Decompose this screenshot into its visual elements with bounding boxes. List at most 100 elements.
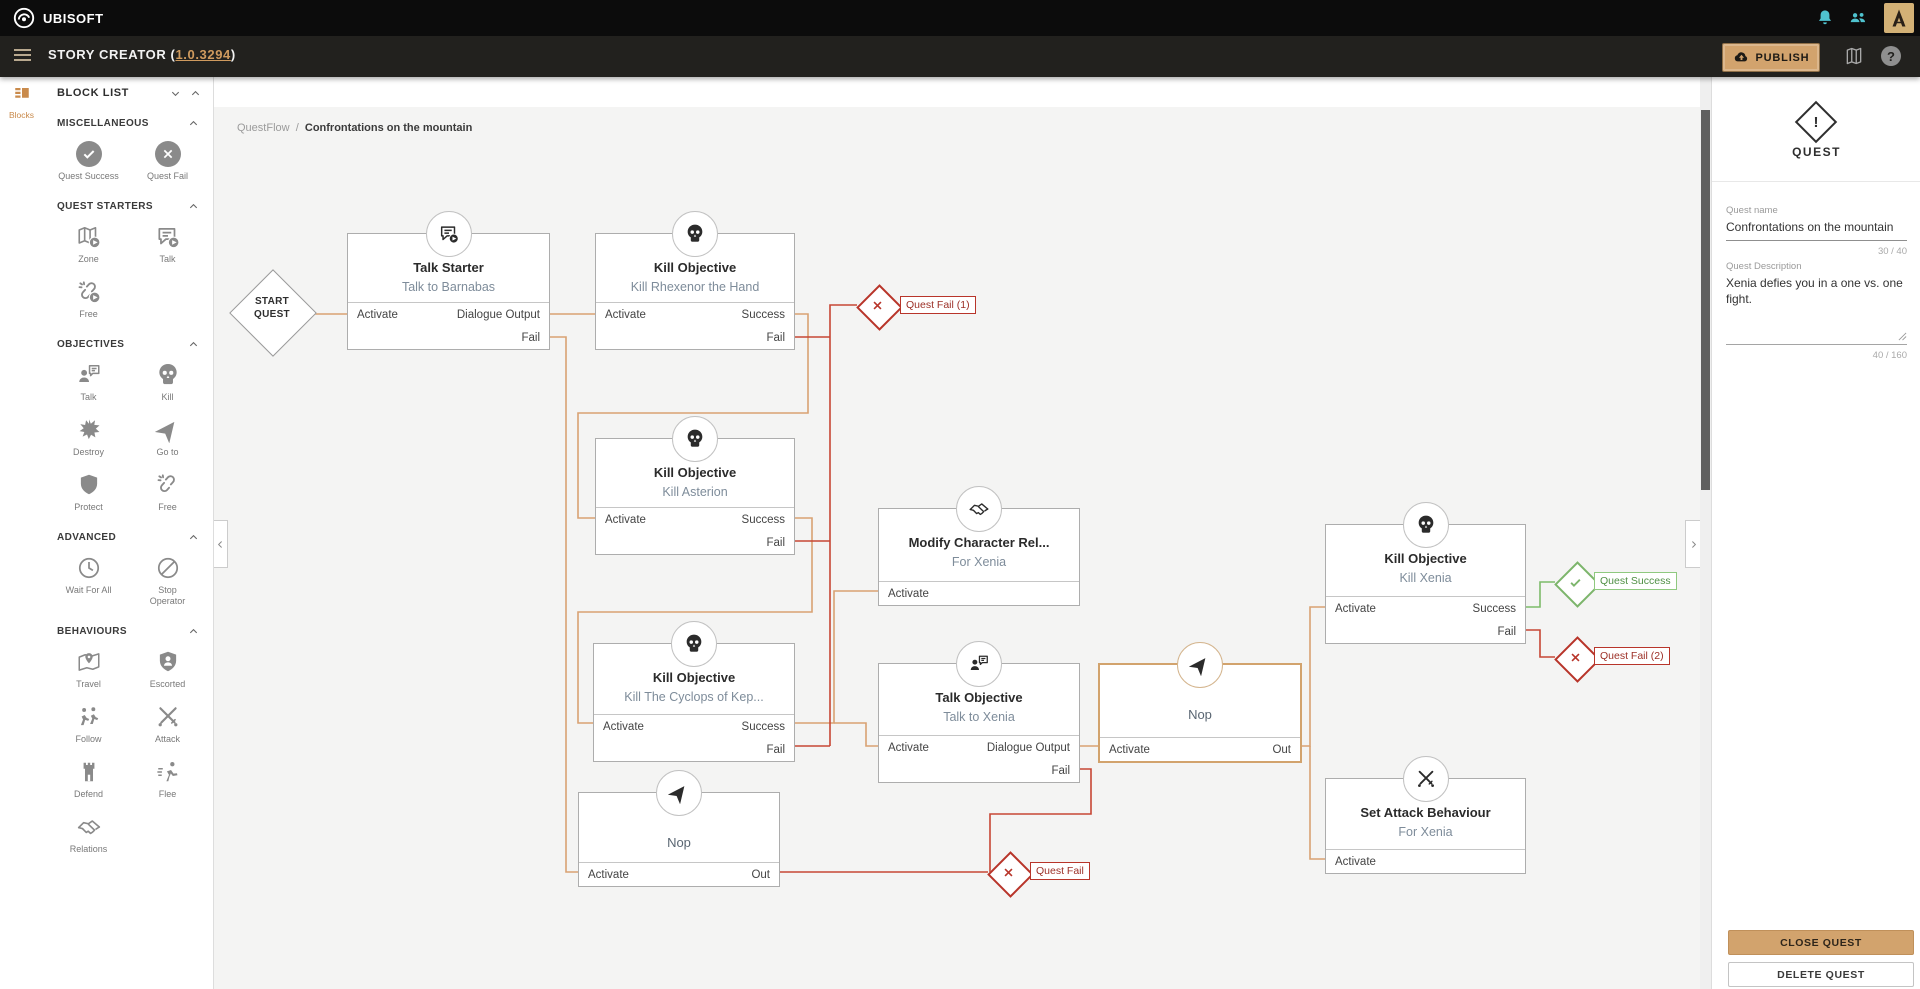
quest-success-icon xyxy=(75,141,102,167)
quest-description-counter: 40 / 160 xyxy=(1872,350,1907,361)
block-item-free-objective[interactable]: Free xyxy=(128,472,207,513)
node-modify-character-rel[interactable]: Modify Character Rel... For Xenia Activa… xyxy=(878,486,1080,606)
block-item-flee[interactable]: Flee xyxy=(128,759,207,800)
skull-icon xyxy=(1402,502,1449,548)
quest-description-input[interactable]: Xenia defies you in a one vs. one fight. xyxy=(1726,275,1906,307)
block-item-protect[interactable]: Protect xyxy=(49,472,128,513)
port-success[interactable]: Success xyxy=(742,721,785,733)
node-kill-rhexenor[interactable]: Kill Objective Kill Rhexenor the Hand Ac… xyxy=(595,211,795,350)
help-icon[interactable]: ? xyxy=(1881,46,1901,66)
port-dialogue-output[interactable]: Dialogue Output xyxy=(457,309,540,321)
travel-icon xyxy=(76,649,102,675)
community-people-icon[interactable] xyxy=(1848,8,1868,28)
collapse-all-icon[interactable] xyxy=(170,88,181,99)
skull-icon xyxy=(672,211,718,257)
block-item-quest-fail[interactable]: Quest Fail xyxy=(128,141,207,182)
block-item-wait-for-all[interactable]: Wait For All xyxy=(49,555,128,607)
collapse-right-panel-tab[interactable] xyxy=(1685,520,1700,568)
port-fail[interactable]: Fail xyxy=(766,332,785,344)
breadcrumb-questflow[interactable]: QuestFlow xyxy=(237,122,290,134)
port-fail[interactable]: Fail xyxy=(766,537,785,549)
section-behaviours[interactable]: BEHAVIOURS xyxy=(43,615,213,641)
port-activate[interactable]: Activate xyxy=(603,721,644,733)
node-kill-xenia[interactable]: Kill Objective Kill Xenia Activate Succes… xyxy=(1325,502,1526,644)
menu-hamburger-icon[interactable] xyxy=(14,49,31,63)
port-out[interactable]: Out xyxy=(1272,744,1291,756)
block-item-free-starter[interactable]: Free xyxy=(49,279,128,320)
port-fail[interactable]: Fail xyxy=(521,332,540,344)
goto-icon xyxy=(155,417,181,443)
start-quest-label: START QUEST xyxy=(254,296,290,320)
port-activate[interactable]: Activate xyxy=(888,588,929,600)
node-nop-bottom[interactable]: Nop Activate Out xyxy=(578,770,780,887)
port-fail[interactable]: Fail xyxy=(1051,765,1070,777)
zone-icon xyxy=(76,224,102,250)
map-icon[interactable] xyxy=(1844,46,1864,66)
close-quest-button[interactable]: CLOSE QUEST xyxy=(1728,930,1914,955)
port-success[interactable]: Success xyxy=(742,309,785,321)
textarea-resize-icon[interactable] xyxy=(1898,332,1907,341)
kill-icon xyxy=(155,362,181,388)
port-activate[interactable]: Activate xyxy=(605,309,646,321)
blocks-label: Blocks xyxy=(8,110,35,120)
block-item-talk-starter[interactable]: Talk xyxy=(128,224,207,265)
canvas-scrollbar-thumb[interactable] xyxy=(1701,110,1710,490)
block-item-stop-operator[interactable]: Stop Operator xyxy=(128,555,207,607)
port-success[interactable]: Success xyxy=(742,514,785,526)
block-item-talk-objective[interactable]: Talk xyxy=(49,362,128,403)
port-activate[interactable]: Activate xyxy=(1335,603,1376,615)
node-kill-cyclops[interactable]: Kill Objective Kill The Cyclops of Kep..… xyxy=(593,621,795,762)
flee-icon xyxy=(155,759,181,785)
port-out[interactable]: Out xyxy=(751,869,770,881)
chevron-up-icon xyxy=(188,339,199,350)
block-item-relations[interactable]: Relations xyxy=(49,814,128,855)
node-set-attack-behaviour[interactable]: Set Attack Behaviour For Xenia Activate xyxy=(1325,756,1526,874)
quest-name-input[interactable]: Confrontations on the mountain xyxy=(1726,219,1906,235)
block-item-follow[interactable]: Follow xyxy=(49,704,128,745)
block-item-destroy[interactable]: Destroy xyxy=(49,417,128,458)
port-activate[interactable]: Activate xyxy=(1109,744,1150,756)
talk-starter-icon xyxy=(155,224,181,250)
block-item-attack[interactable]: Attack xyxy=(128,704,207,745)
block-item-defend[interactable]: Defend xyxy=(49,759,128,800)
port-dialogue-output[interactable]: Dialogue Output xyxy=(987,742,1070,754)
port-success[interactable]: Success xyxy=(1473,603,1516,615)
terminal-label-quest-fail[interactable]: Quest Fail xyxy=(1030,862,1090,880)
collapse-left-panel-tab[interactable] xyxy=(213,520,228,568)
version-link[interactable]: 1.0.3294 xyxy=(175,47,230,62)
block-item-quest-success[interactable]: Quest Success xyxy=(49,141,128,182)
port-activate[interactable]: Activate xyxy=(888,742,929,754)
block-item-goto[interactable]: Go to xyxy=(128,417,207,458)
port-fail[interactable]: Fail xyxy=(766,744,785,756)
rail-item-blocks[interactable]: Blocks xyxy=(0,85,43,120)
publish-button[interactable]: PUBLISH xyxy=(1722,43,1820,72)
block-item-kill[interactable]: Kill xyxy=(128,362,207,403)
port-activate[interactable]: Activate xyxy=(588,869,629,881)
quest-flow-canvas[interactable]: QuestFlow / Confrontations on the mounta… xyxy=(213,77,1700,989)
section-objectives[interactable]: OBJECTIVES xyxy=(43,328,213,354)
section-miscellaneous[interactable]: MISCELLANEOUS xyxy=(43,107,213,133)
terminal-label-quest-success[interactable]: Quest Success xyxy=(1594,572,1677,590)
port-activate[interactable]: Activate xyxy=(1335,856,1376,868)
block-item-escorted[interactable]: Escorted xyxy=(128,649,207,690)
port-activate[interactable]: Activate xyxy=(605,514,646,526)
terminal-label-quest-fail-1[interactable]: Quest Fail (1) xyxy=(900,296,976,314)
node-talk-starter[interactable]: Talk Starter Talk to Barnabas Activate Di… xyxy=(347,211,550,350)
user-avatar[interactable] xyxy=(1884,3,1914,33)
node-talk-objective[interactable]: Talk Objective Talk to Xenia Activate Dia… xyxy=(878,641,1080,783)
talk-play-icon xyxy=(425,211,472,257)
notifications-bell-icon[interactable] xyxy=(1815,8,1835,28)
section-advanced[interactable]: ADVANCED xyxy=(43,521,213,547)
section-quest-starters[interactable]: QUEST STARTERS xyxy=(43,190,213,216)
port-fail[interactable]: Fail xyxy=(1497,626,1516,638)
expand-all-icon[interactable] xyxy=(190,88,201,99)
node-kill-asterion[interactable]: Kill Objective Kill Asterion Activate Suc… xyxy=(595,416,795,555)
chevron-up-icon xyxy=(188,532,199,543)
block-item-travel[interactable]: Travel xyxy=(49,649,128,690)
node-nop-selected[interactable]: Nop Activate Out xyxy=(1098,642,1302,763)
port-activate[interactable]: Activate xyxy=(357,309,398,321)
block-item-zone[interactable]: Zone xyxy=(49,224,128,265)
delete-quest-button[interactable]: DELETE QUEST xyxy=(1728,962,1914,987)
terminal-label-quest-fail-2[interactable]: Quest Fail (2) xyxy=(1594,647,1670,665)
wait-for-all-icon xyxy=(76,555,102,581)
